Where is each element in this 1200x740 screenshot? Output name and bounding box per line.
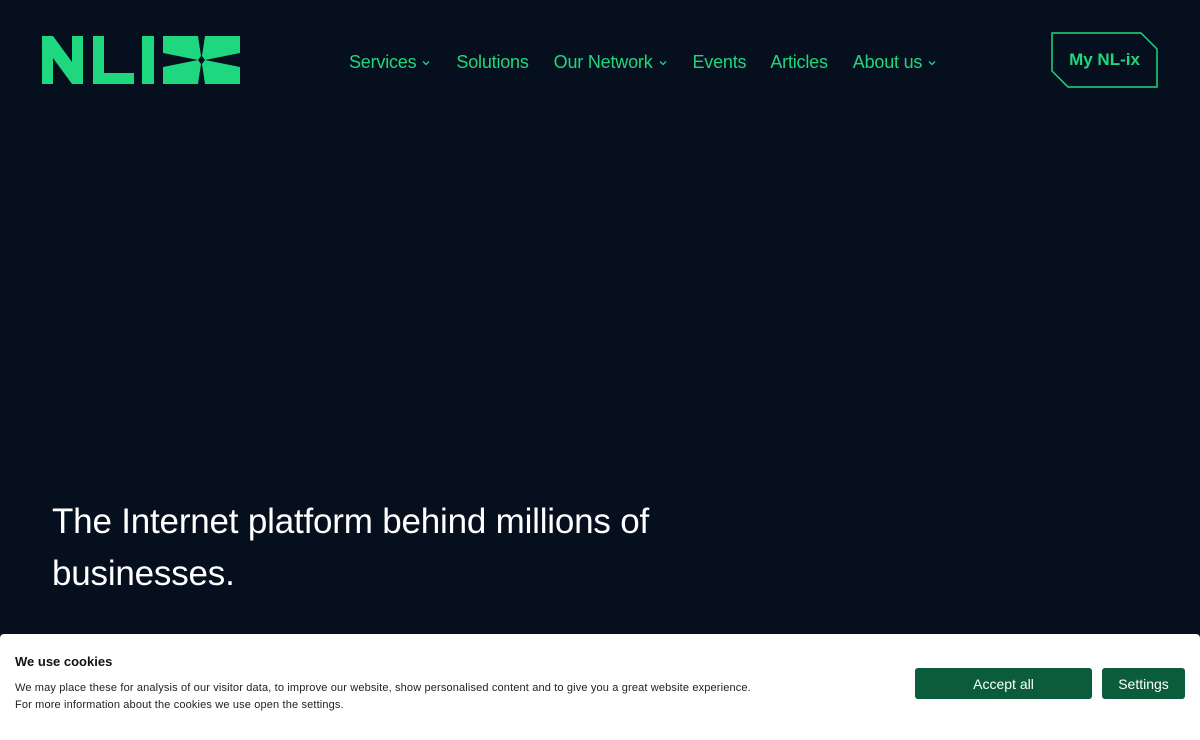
main-nav: Services Solutions Our Network Events Ar… bbox=[349, 50, 937, 74]
nav-articles-label: Articles bbox=[770, 52, 828, 72]
my-nlix-button[interactable]: My NL-ix bbox=[1051, 32, 1158, 88]
cookie-title: We use cookies bbox=[15, 654, 113, 669]
hero-title: The Internet platform behind millions of… bbox=[52, 496, 772, 600]
nav-about-us-label: About us bbox=[852, 52, 923, 72]
nav-solutions-label: Solutions bbox=[456, 52, 529, 72]
nav-solutions[interactable]: Solutions bbox=[456, 50, 528, 74]
nlix-logo[interactable] bbox=[42, 36, 240, 84]
nav-our-network[interactable]: Our Network bbox=[554, 50, 668, 74]
cookie-text-line-2: For more information about the cookies w… bbox=[15, 699, 344, 711]
chevron-down-icon bbox=[659, 61, 666, 66]
my-nlix-label: My NL-ix bbox=[1069, 50, 1140, 69]
cookie-text-line-1: We may place these for analysis of our v… bbox=[15, 682, 751, 694]
hero-title-line-2: businesses. bbox=[52, 554, 235, 593]
nav-articles[interactable]: Articles bbox=[770, 50, 828, 74]
nav-about-us[interactable]: About us bbox=[853, 50, 937, 74]
nav-events-label: Events bbox=[692, 52, 747, 72]
chevron-down-icon bbox=[928, 61, 936, 66]
cookie-description: We may place these for analysis of our v… bbox=[15, 680, 895, 714]
nav-events[interactable]: Events bbox=[693, 50, 747, 74]
cookie-banner: We use cookies We may place these for an… bbox=[0, 634, 1200, 740]
hero-title-line-1: The Internet platform behind millions of bbox=[52, 502, 650, 541]
chevron-down-icon bbox=[422, 61, 430, 66]
page: Services Solutions Our Network Events Ar… bbox=[0, 0, 1200, 740]
nav-our-network-label: Our Network bbox=[553, 52, 653, 72]
cookie-settings-button[interactable]: Settings bbox=[1102, 668, 1185, 699]
nav-services-label: Services bbox=[349, 52, 417, 72]
nav-services[interactable]: Services bbox=[349, 50, 431, 74]
accept-all-button[interactable]: Accept all bbox=[915, 668, 1092, 699]
